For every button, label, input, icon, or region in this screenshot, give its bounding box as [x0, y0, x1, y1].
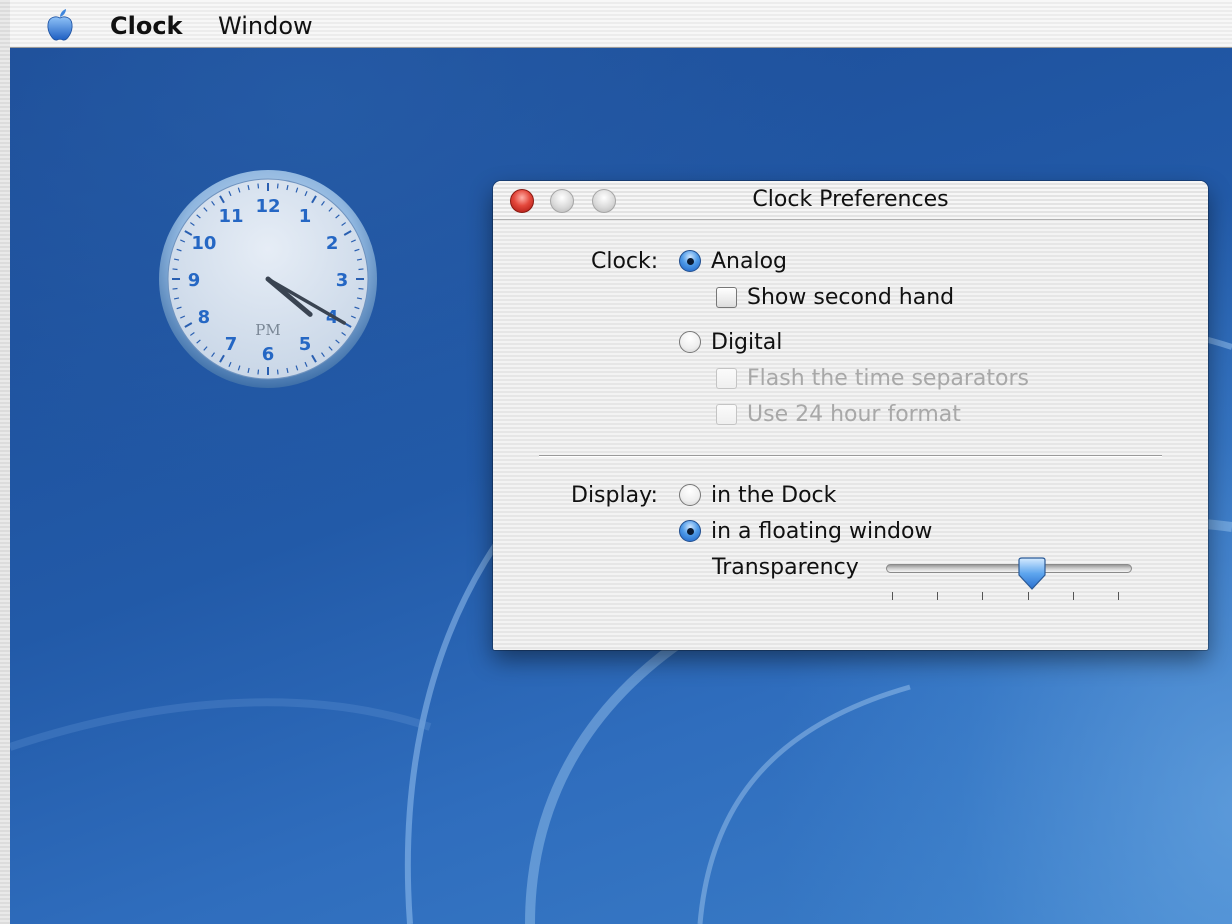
analog-clock-widget[interactable]: 121234567891011 PM: [157, 168, 379, 390]
clock-tick: [276, 369, 279, 375]
clock-tick: [257, 183, 260, 189]
window-titlebar[interactable]: Clock Preferences: [493, 181, 1208, 220]
in-dock-radio[interactable]: [679, 484, 701, 506]
clock-tick: [172, 287, 178, 290]
clock-numeral: 11: [218, 206, 243, 227]
clock-section-label: Clock:: [591, 249, 659, 274]
flash-separators-label: Flash the time separators: [747, 366, 1030, 391]
use-24-hour-checkbox[interactable]: [716, 404, 737, 425]
floating-window-radio-label[interactable]: in a floating window: [711, 519, 932, 544]
apple-menu-icon[interactable]: [45, 8, 75, 42]
clock-numeral: 1: [299, 206, 312, 227]
clock-tick: [358, 268, 364, 271]
use-24-hour-label: Use 24 hour format: [747, 402, 961, 427]
clock-numeral: 6: [262, 344, 275, 365]
clock-period-label: PM: [255, 321, 280, 339]
in-dock-radio-label[interactable]: in the Dock: [711, 483, 836, 508]
digital-radio-label[interactable]: Digital: [711, 330, 782, 355]
clock-numeral: 8: [198, 307, 211, 328]
flash-separators-checkbox[interactable]: [716, 368, 737, 389]
analog-radio-label[interactable]: Analog: [711, 249, 787, 274]
clock-numeral: 2: [326, 233, 339, 254]
clock-numeral: 3: [336, 270, 349, 291]
floating-window-radio[interactable]: [679, 520, 701, 542]
clock-numeral: 7: [225, 334, 238, 355]
window-title: Clock Preferences: [493, 187, 1208, 212]
clock-numeral: 5: [299, 334, 312, 355]
clock-tick: [358, 287, 364, 290]
display-section-label: Display:: [571, 483, 658, 508]
menu-app-clock[interactable]: Clock: [110, 12, 183, 40]
transparency-tick: [982, 592, 984, 600]
clock-tick: [276, 183, 279, 189]
clock-tick: [257, 369, 260, 375]
digital-radio[interactable]: [679, 331, 701, 353]
transparency-slider-thumb[interactable]: [1016, 557, 1048, 591]
section-divider: [539, 455, 1162, 457]
window-title-text: Clock Preferences: [752, 187, 949, 212]
clock-numeral: 9: [188, 270, 201, 291]
screen-edge-strip: [0, 0, 10, 924]
transparency-tick: [1118, 592, 1119, 600]
transparency-tick: [1027, 592, 1029, 600]
show-second-hand-label[interactable]: Show second hand: [747, 285, 954, 310]
transparency-tick: [892, 592, 893, 600]
clock-numeral: 12: [255, 196, 280, 217]
transparency-tick: [937, 592, 939, 600]
show-second-hand-checkbox[interactable]: [716, 287, 737, 308]
clock-tick: [172, 268, 178, 271]
clock-numeral: 10: [191, 233, 216, 254]
menu-bar: Clock Window: [10, 0, 1232, 48]
menu-window[interactable]: Window: [218, 12, 313, 40]
analog-radio[interactable]: [679, 250, 701, 272]
transparency-slider-track[interactable]: [886, 564, 1132, 573]
clock-preferences-window: Clock Preferences Clock: Analog Show sec…: [493, 181, 1208, 650]
transparency-label: Transparency: [712, 555, 859, 580]
transparency-tick: [1072, 592, 1074, 600]
